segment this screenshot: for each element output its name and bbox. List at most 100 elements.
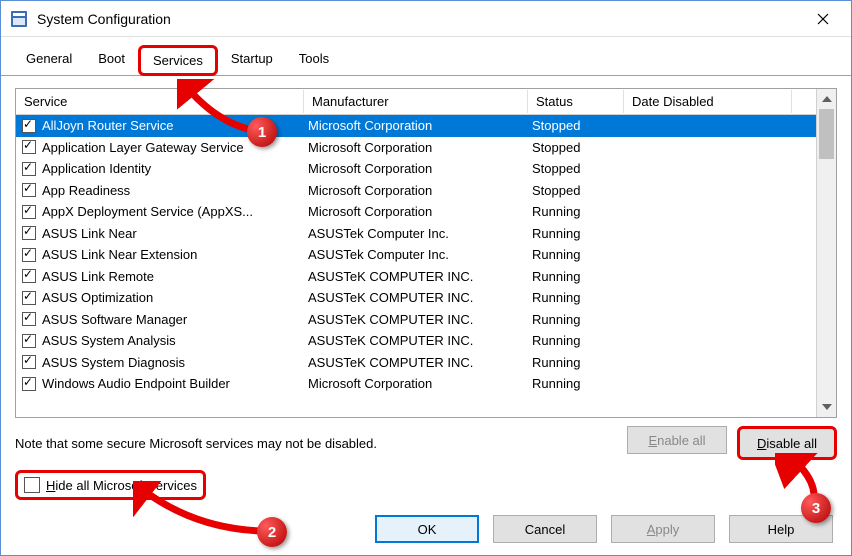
service-checkbox-cell[interactable]: [16, 269, 38, 283]
scroll-up-button[interactable]: [817, 89, 836, 109]
enable-all-button[interactable]: Enable all: [627, 426, 727, 454]
service-row[interactable]: ASUS Software ManagerASUSTeK COMPUTER IN…: [16, 309, 816, 331]
services-list: Service Manufacturer Status Date Disable…: [15, 88, 837, 418]
col-header-status[interactable]: Status: [528, 90, 624, 113]
service-row[interactable]: Application Layer Gateway ServiceMicroso…: [16, 137, 816, 159]
service-manufacturer: Microsoft Corporation: [304, 118, 528, 133]
service-checkbox[interactable]: [22, 377, 36, 391]
service-row[interactable]: Application IdentityMicrosoft Corporatio…: [16, 158, 816, 180]
service-status: Stopped: [528, 161, 624, 176]
service-manufacturer: ASUSTeK COMPUTER INC.: [304, 269, 528, 284]
service-row[interactable]: ASUS Link RemoteASUSTeK COMPUTER INC.Run…: [16, 266, 816, 288]
service-manufacturer: Microsoft Corporation: [304, 161, 528, 176]
service-name: AppX Deployment Service (AppXS...: [38, 204, 304, 219]
service-checkbox-cell[interactable]: [16, 140, 38, 154]
service-manufacturer: ASUSTek Computer Inc.: [304, 247, 528, 262]
close-button[interactable]: [803, 3, 843, 35]
service-status: Running: [528, 355, 624, 370]
service-row[interactable]: ASUS System AnalysisASUSTeK COMPUTER INC…: [16, 330, 816, 352]
service-checkbox[interactable]: [22, 312, 36, 326]
service-manufacturer: ASUSTek Computer Inc.: [304, 226, 528, 241]
service-checkbox[interactable]: [22, 226, 36, 240]
service-name: ASUS System Diagnosis: [38, 355, 304, 370]
tab-boot[interactable]: Boot: [85, 45, 138, 75]
service-row[interactable]: AllJoyn Router ServiceMicrosoft Corporat…: [16, 115, 816, 137]
apply-button[interactable]: Apply: [611, 515, 715, 543]
service-status: Stopped: [528, 183, 624, 198]
scroll-thumb[interactable]: [819, 109, 834, 159]
service-row[interactable]: Windows Audio Endpoint BuilderMicrosoft …: [16, 373, 816, 395]
dialog-buttons: OK Cancel Apply Help: [375, 515, 833, 543]
note-row: Note that some secure Microsoft services…: [15, 426, 837, 460]
service-checkbox-cell[interactable]: [16, 312, 38, 326]
service-checkbox-cell[interactable]: [16, 248, 38, 262]
callout-arrow-2: [133, 481, 273, 541]
service-checkbox[interactable]: [22, 205, 36, 219]
service-checkbox-cell[interactable]: [16, 162, 38, 176]
service-status: Running: [528, 290, 624, 305]
service-checkbox[interactable]: [22, 334, 36, 348]
service-checkbox-cell[interactable]: [16, 226, 38, 240]
service-checkbox[interactable]: [22, 291, 36, 305]
tab-tools[interactable]: Tools: [286, 45, 342, 75]
service-checkbox-cell[interactable]: [16, 183, 38, 197]
service-manufacturer: ASUSTeK COMPUTER INC.: [304, 290, 528, 305]
service-name: ASUS Link Remote: [38, 269, 304, 284]
service-manufacturer: Microsoft Corporation: [304, 204, 528, 219]
service-checkbox[interactable]: [22, 248, 36, 262]
ok-button[interactable]: OK: [375, 515, 479, 543]
service-checkbox-cell[interactable]: [16, 205, 38, 219]
service-checkbox[interactable]: [22, 140, 36, 154]
vertical-scrollbar[interactable]: [816, 89, 836, 417]
tab-bar: General Boot Services Startup Tools: [1, 37, 851, 76]
hide-microsoft-services-checkbox[interactable]: [24, 477, 40, 493]
service-checkbox-cell[interactable]: [16, 119, 38, 133]
service-checkbox[interactable]: [22, 269, 36, 283]
service-row[interactable]: AppX Deployment Service (AppXS...Microso…: [16, 201, 816, 223]
service-status: Running: [528, 269, 624, 284]
callout-badge-1: 1: [247, 117, 277, 147]
service-checkbox[interactable]: [22, 183, 36, 197]
service-status: Running: [528, 312, 624, 327]
service-status: Running: [528, 376, 624, 391]
note-text: Note that some secure Microsoft services…: [15, 436, 627, 451]
services-panel: Service Manufacturer Status Date Disable…: [1, 76, 851, 512]
service-checkbox-cell[interactable]: [16, 334, 38, 348]
tab-general[interactable]: General: [13, 45, 85, 75]
titlebar: System Configuration: [1, 1, 851, 37]
service-checkbox-cell[interactable]: [16, 377, 38, 391]
service-row[interactable]: App ReadinessMicrosoft CorporationStoppe…: [16, 180, 816, 202]
scroll-down-button[interactable]: [817, 397, 836, 417]
col-header-date-disabled[interactable]: Date Disabled: [624, 90, 792, 113]
callout-badge-3: 3: [801, 493, 831, 523]
service-checkbox-cell[interactable]: [16, 291, 38, 305]
service-checkbox[interactable]: [22, 162, 36, 176]
chevron-up-icon: [822, 96, 832, 102]
service-row[interactable]: ASUS Link Near ExtensionASUSTek Computer…: [16, 244, 816, 266]
service-checkbox[interactable]: [22, 119, 36, 133]
service-name: Application Identity: [38, 161, 304, 176]
service-manufacturer: Microsoft Corporation: [304, 376, 528, 391]
list-header: Service Manufacturer Status Date Disable…: [16, 89, 816, 115]
service-name: ASUS Link Near: [38, 226, 304, 241]
service-manufacturer: ASUSTeK COMPUTER INC.: [304, 312, 528, 327]
service-row[interactable]: ASUS OptimizationASUSTeK COMPUTER INC.Ru…: [16, 287, 816, 309]
service-status: Stopped: [528, 140, 624, 155]
system-configuration-window: System Configuration General Boot Servic…: [0, 0, 852, 556]
service-row[interactable]: ASUS Link NearASUSTek Computer Inc.Runni…: [16, 223, 816, 245]
service-status: Stopped: [528, 118, 624, 133]
service-name: ASUS Optimization: [38, 290, 304, 305]
service-manufacturer: ASUSTeK COMPUTER INC.: [304, 355, 528, 370]
col-header-manufacturer[interactable]: Manufacturer: [304, 90, 528, 113]
service-name: ASUS System Analysis: [38, 333, 304, 348]
callout-badge-2: 2: [257, 517, 287, 547]
chevron-down-icon: [822, 404, 832, 410]
app-icon: [9, 9, 29, 29]
tab-startup[interactable]: Startup: [218, 45, 286, 75]
tab-services[interactable]: Services: [138, 45, 218, 76]
cancel-button[interactable]: Cancel: [493, 515, 597, 543]
service-checkbox[interactable]: [22, 355, 36, 369]
service-row[interactable]: ASUS System DiagnosisASUSTeK COMPUTER IN…: [16, 352, 816, 374]
service-checkbox-cell[interactable]: [16, 355, 38, 369]
service-status: Running: [528, 333, 624, 348]
